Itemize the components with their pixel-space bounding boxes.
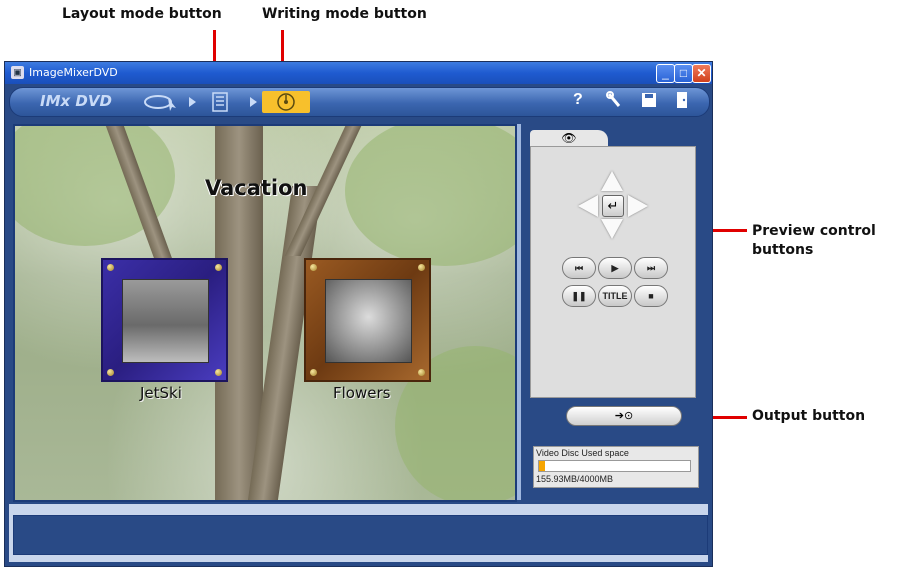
disc-usage-box: Video Disc Used space 155.93MB/4000MB [533, 446, 699, 488]
enter-button[interactable]: ↵ [602, 195, 624, 217]
preview-panel: 👁 ↵ ⏮ ▶ ⏭ ❚❚ TITLE ■ ➔⊙ Video Disc Used … [525, 124, 701, 498]
status-area [13, 515, 708, 555]
title-bar[interactable]: ▣ ImageMixerDVD _ □ ✕ [5, 62, 712, 84]
callout-preview-controls: Preview control buttons [752, 222, 876, 260]
door-exit-icon[interactable] [675, 91, 689, 114]
right-arrow-button[interactable] [628, 195, 648, 217]
writing-mode-button[interactable] [262, 91, 310, 113]
menu-item-flowers-label[interactable]: Flowers [333, 384, 390, 402]
app-icon: ▣ [11, 66, 24, 79]
next-chapter-button[interactable]: ⏭ [634, 257, 668, 279]
callout-writing-mode: Writing mode button [262, 6, 427, 22]
disc-cursor-icon [144, 95, 176, 111]
mode-toolbar: IMx DVD ? [9, 87, 710, 117]
callout-output: Output button [752, 408, 866, 424]
rivet [215, 369, 222, 376]
callout-preview-line2: buttons [752, 242, 814, 258]
rivet [107, 369, 114, 376]
rivet [418, 264, 425, 271]
menu-item-flowers-frame[interactable] [304, 258, 431, 382]
menu-title[interactable]: Vacation [205, 176, 308, 200]
up-arrow-button[interactable] [601, 171, 623, 191]
disc-write-icon [277, 93, 295, 111]
preview-controls: ↵ ⏮ ▶ ⏭ ❚❚ TITLE ■ [530, 146, 696, 398]
flowers-thumbnail [325, 279, 412, 363]
save-icon[interactable] [641, 91, 657, 114]
rivet [215, 264, 222, 271]
menu-item-jetski-frame[interactable] [101, 258, 228, 382]
help-icon[interactable]: ? [573, 91, 583, 109]
disc-usage-bar [538, 460, 691, 472]
rivet [418, 369, 425, 376]
wrench-icon[interactable] [606, 91, 622, 114]
disc-usage-fill [539, 461, 545, 471]
minimize-button[interactable]: _ [656, 64, 675, 83]
callout-layout-mode: Layout mode button [62, 6, 222, 22]
pause-button[interactable]: ❚❚ [562, 285, 596, 307]
previous-chapter-button[interactable]: ⏮ [562, 257, 596, 279]
rivet [107, 264, 114, 271]
layout-mode-button[interactable] [209, 91, 231, 113]
app-window: ▣ ImageMixerDVD _ □ ✕ IMx DVD ? Vacation… [4, 61, 713, 567]
callout-preview-line1: Preview control [752, 223, 876, 239]
layout-list-icon [212, 92, 228, 112]
step-arrow-1-icon [189, 97, 196, 107]
menu-preview-canvas[interactable]: Vacation JetSki Flowers [13, 124, 517, 502]
panel-divider[interactable] [517, 124, 521, 500]
left-arrow-button[interactable] [578, 195, 598, 217]
disc-usage-label: Video Disc Used space [536, 448, 629, 458]
window-title: ImageMixerDVD [29, 66, 118, 79]
rivet [310, 369, 317, 376]
output-button[interactable]: ➔⊙ [566, 406, 682, 426]
eye-icon: 👁 [561, 131, 577, 145]
rivet [310, 264, 317, 271]
preview-tab[interactable]: 👁 [530, 130, 608, 146]
title-button[interactable]: TITLE [598, 285, 632, 307]
output-arrow-disc-icon: ➔⊙ [614, 410, 634, 422]
disc-usage-value: 155.93MB/4000MB [536, 474, 614, 484]
jetski-thumbnail [122, 279, 209, 363]
menu-item-jetski-label[interactable]: JetSki [140, 384, 182, 402]
foliage [345, 126, 515, 266]
play-button[interactable]: ▶ [598, 257, 632, 279]
step-arrow-2-icon [250, 97, 257, 107]
down-arrow-button[interactable] [601, 219, 623, 239]
capture-mode-button[interactable] [141, 91, 183, 113]
close-button[interactable]: ✕ [692, 64, 711, 83]
stop-button[interactable]: ■ [634, 285, 668, 307]
app-logo: IMx DVD [40, 92, 112, 110]
maximize-button[interactable]: □ [674, 64, 693, 83]
